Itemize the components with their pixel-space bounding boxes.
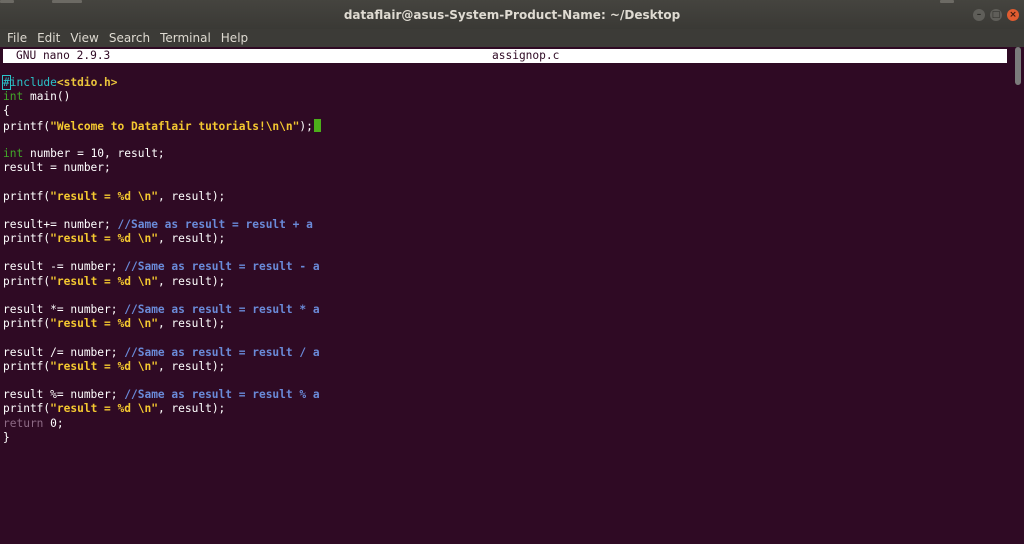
code-token: , result); bbox=[157, 232, 226, 246]
code-token: result *= number; bbox=[3, 303, 125, 316]
code-token: "Welcome to Dataflair tutorials!\n\n" bbox=[50, 119, 300, 133]
code-token: main() bbox=[23, 90, 71, 104]
code-line: printf("result = %d \n", result); bbox=[3, 232, 1007, 246]
close-button[interactable]: × bbox=[1007, 9, 1019, 21]
code-line: } bbox=[3, 431, 1007, 445]
code-token: printf( bbox=[3, 189, 51, 203]
code-token: # bbox=[2, 75, 11, 90]
code-line: printf("Welcome to Dataflair tutorials!\… bbox=[3, 118, 1007, 133]
code-token: ); bbox=[299, 119, 313, 133]
code-token: printf( bbox=[3, 232, 51, 246]
blurred-tab bbox=[940, 0, 954, 3]
scrollbar[interactable] bbox=[1012, 47, 1024, 544]
code-token: { bbox=[3, 104, 10, 118]
code-line: printf("result = %d \n", result); bbox=[3, 360, 1007, 374]
code-token: printf( bbox=[3, 402, 51, 416]
code-token: //Same as result = result / a bbox=[124, 345, 320, 359]
code-line: result *= number; //Same as result = res… bbox=[3, 303, 1007, 317]
code-token: result+= number; bbox=[3, 217, 118, 231]
code-token: "result = %d \n" bbox=[50, 232, 158, 246]
code-token: include bbox=[9, 76, 57, 89]
code-token: <stdio.h> bbox=[56, 76, 118, 89]
window-title: dataflair@asus-System-Product-Name: ~/De… bbox=[343, 8, 681, 22]
terminal-area[interactable]: GNU nano 2.9.3 assignop.c #include<stdio… bbox=[0, 47, 1012, 544]
code-token: number = 10, result; bbox=[23, 146, 165, 160]
code-token: , result); bbox=[157, 274, 226, 288]
code-token: //Same as result = result % a bbox=[124, 388, 320, 402]
code-token: , result); bbox=[157, 317, 226, 331]
code-token: //Same as result = result + a bbox=[117, 217, 313, 231]
code-token: } bbox=[3, 430, 10, 444]
scrollbar-thumb[interactable] bbox=[1015, 47, 1021, 85]
code-line: return 0; bbox=[3, 417, 1007, 431]
code-line: result -= number; //Same as result = res… bbox=[3, 260, 1007, 274]
code-editor[interactable]: #include<stdio.h> int main(){printf("Welc… bbox=[2, 75, 1007, 445]
menu-edit[interactable]: Edit bbox=[32, 29, 65, 47]
code-token: , result); bbox=[157, 359, 226, 373]
code-token: //Same as result = result - a bbox=[124, 260, 320, 274]
code-line: #include<stdio.h> bbox=[2, 75, 1007, 90]
code-line: { bbox=[3, 104, 1007, 118]
code-token: return bbox=[3, 416, 44, 430]
code-token: , result); bbox=[157, 189, 226, 203]
code-token: //Same as result = result * a bbox=[124, 303, 320, 316]
code-token: printf( bbox=[3, 119, 51, 133]
window-controls: – □ × bbox=[973, 9, 1019, 21]
code-token: "result = %d \n" bbox=[50, 359, 158, 373]
code-token: int bbox=[3, 146, 24, 160]
text-cursor bbox=[313, 118, 321, 132]
code-line: printf("result = %d \n", result); bbox=[3, 275, 1007, 289]
code-token: result -= number; bbox=[3, 260, 125, 274]
code-line: printf("result = %d \n", result); bbox=[3, 317, 1007, 331]
code-token: printf( bbox=[3, 317, 51, 331]
code-line: result+= number; //Same as result = resu… bbox=[3, 218, 1007, 232]
menu-help[interactable]: Help bbox=[216, 29, 253, 47]
code-token: 0; bbox=[43, 416, 64, 430]
code-token: , result); bbox=[157, 402, 226, 416]
code-line: int number = 10, result; bbox=[3, 147, 1007, 161]
blurred-tab bbox=[52, 0, 82, 3]
terminal-window: dataflair@asus-System-Product-Name: ~/De… bbox=[0, 0, 1024, 544]
code-token: printf( bbox=[3, 274, 51, 288]
maximize-button[interactable]: □ bbox=[990, 9, 1002, 21]
code-line: result = number; bbox=[3, 161, 1007, 175]
menu-terminal[interactable]: Terminal bbox=[155, 29, 216, 47]
code-token: "result = %d \n" bbox=[50, 189, 158, 203]
code-token: result /= number; bbox=[3, 345, 125, 359]
code-token: result %= number; bbox=[3, 388, 125, 402]
minimize-button[interactable]: – bbox=[973, 9, 985, 21]
code-token: result = number; bbox=[3, 161, 111, 175]
menu-bar: File Edit View Search Terminal Help bbox=[0, 29, 1024, 47]
menu-view[interactable]: View bbox=[65, 29, 103, 47]
code-token: "result = %d \n" bbox=[50, 274, 158, 288]
title-bar[interactable]: dataflair@asus-System-Product-Name: ~/De… bbox=[0, 0, 1024, 29]
nano-filename: assignop.c bbox=[492, 49, 560, 62]
menu-file[interactable]: File bbox=[0, 29, 32, 47]
nano-header-bar: GNU nano 2.9.3 assignop.c bbox=[3, 49, 1007, 63]
code-token: "result = %d \n" bbox=[50, 402, 158, 416]
code-token: "result = %d \n" bbox=[50, 317, 158, 331]
menu-search[interactable]: Search bbox=[104, 29, 155, 47]
code-token: int bbox=[3, 90, 24, 104]
blurred-tab bbox=[0, 0, 14, 3]
nano-version: GNU nano 2.9.3 bbox=[16, 49, 111, 62]
code-token: printf( bbox=[3, 359, 51, 373]
code-line: printf("result = %d \n", result); bbox=[3, 402, 1007, 416]
code-line: result %= number; //Same as result = res… bbox=[3, 388, 1007, 402]
code-line: printf("result = %d \n", result); bbox=[3, 190, 1007, 204]
code-line: int main() bbox=[3, 90, 1007, 104]
code-line: result /= number; //Same as result = res… bbox=[3, 346, 1007, 360]
